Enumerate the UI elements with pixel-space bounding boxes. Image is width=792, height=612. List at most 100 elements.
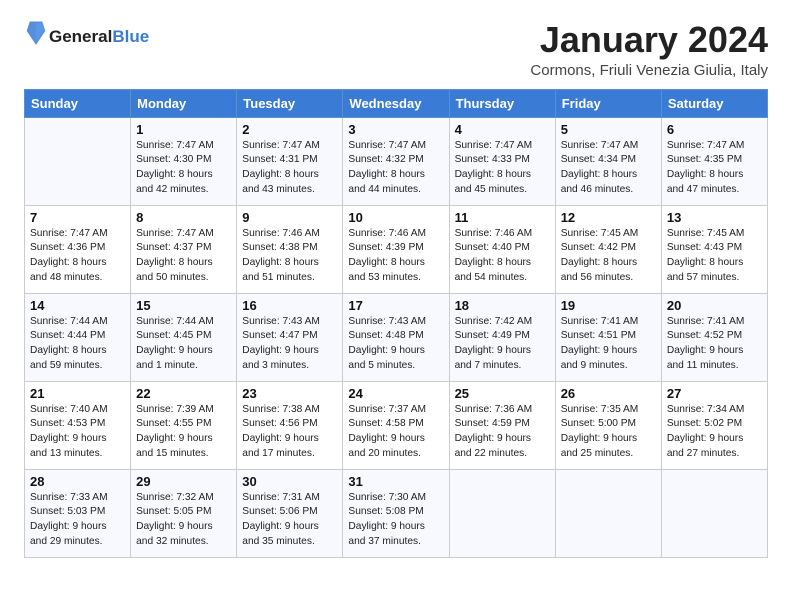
day-number: 12 — [561, 210, 656, 225]
sunrise: Sunrise: 7:47 AM — [30, 227, 125, 242]
calendar-cell — [661, 469, 767, 557]
daylight-hours: Daylight: 9 hours — [455, 432, 550, 447]
calendar-cell: 25Sunrise: 7:36 AMSunset: 4:59 PMDayligh… — [449, 381, 555, 469]
calendar-cell: 1Sunrise: 7:47 AMSunset: 4:30 PMDaylight… — [131, 117, 237, 205]
daylight-minutes: and 47 minutes. — [667, 183, 762, 198]
page-header: GeneralBlue January 2024 Cormons, Friuli… — [24, 20, 768, 79]
sunrise: Sunrise: 7:47 AM — [561, 139, 656, 154]
sunset: Sunset: 5:06 PM — [242, 505, 337, 520]
day-number: 2 — [242, 122, 337, 137]
daylight-minutes: and 43 minutes. — [242, 183, 337, 198]
sunset: Sunset: 4:49 PM — [455, 329, 550, 344]
daylight-hours: Daylight: 8 hours — [136, 256, 231, 271]
daylight-minutes: and 15 minutes. — [136, 447, 231, 462]
daylight-minutes: and 13 minutes. — [30, 447, 125, 462]
sunrise: Sunrise: 7:45 AM — [667, 227, 762, 242]
daylight-minutes: and 59 minutes. — [30, 359, 125, 374]
day-number: 22 — [136, 386, 231, 401]
daylight-minutes: and 56 minutes. — [561, 271, 656, 286]
logo: GeneralBlue — [24, 20, 149, 53]
sunrise: Sunrise: 7:43 AM — [348, 315, 443, 330]
month-title: January 2024 — [530, 20, 768, 60]
day-number: 19 — [561, 298, 656, 313]
calendar-header: SundayMondayTuesdayWednesdayThursdayFrid… — [25, 89, 768, 117]
daylight-hours: Daylight: 8 hours — [667, 168, 762, 183]
sunrise: Sunrise: 7:41 AM — [561, 315, 656, 330]
sunset: Sunset: 4:58 PM — [348, 417, 443, 432]
daylight-hours: Daylight: 8 hours — [30, 344, 125, 359]
day-number: 11 — [455, 210, 550, 225]
sunset: Sunset: 4:52 PM — [667, 329, 762, 344]
daylight-minutes: and 51 minutes. — [242, 271, 337, 286]
sunrise: Sunrise: 7:47 AM — [348, 139, 443, 154]
sunset: Sunset: 4:43 PM — [667, 241, 762, 256]
daylight-minutes: and 3 minutes. — [242, 359, 337, 374]
daylight-minutes: and 53 minutes. — [348, 271, 443, 286]
sunset: Sunset: 4:47 PM — [242, 329, 337, 344]
week-row-2: 7Sunrise: 7:47 AMSunset: 4:36 PMDaylight… — [25, 205, 768, 293]
calendar-cell: 24Sunrise: 7:37 AMSunset: 4:58 PMDayligh… — [343, 381, 449, 469]
day-number: 27 — [667, 386, 762, 401]
sunrise: Sunrise: 7:34 AM — [667, 403, 762, 418]
sunrise: Sunrise: 7:47 AM — [136, 139, 231, 154]
sunset: Sunset: 4:56 PM — [242, 417, 337, 432]
sunset: Sunset: 4:48 PM — [348, 329, 443, 344]
weekday-header-monday: Monday — [131, 89, 237, 117]
daylight-minutes: and 11 minutes. — [667, 359, 762, 374]
sunrise: Sunrise: 7:41 AM — [667, 315, 762, 330]
daylight-hours: Daylight: 9 hours — [136, 344, 231, 359]
daylight-minutes: and 29 minutes. — [30, 535, 125, 550]
daylight-hours: Daylight: 9 hours — [30, 432, 125, 447]
daylight-minutes: and 20 minutes. — [348, 447, 443, 462]
day-number: 28 — [30, 474, 125, 489]
sunrise: Sunrise: 7:42 AM — [455, 315, 550, 330]
day-number: 8 — [136, 210, 231, 225]
logo-blue-text: Blue — [112, 27, 149, 46]
day-number: 10 — [348, 210, 443, 225]
calendar-cell: 16Sunrise: 7:43 AMSunset: 4:47 PMDayligh… — [237, 293, 343, 381]
daylight-minutes: and 45 minutes. — [455, 183, 550, 198]
daylight-hours: Daylight: 9 hours — [667, 432, 762, 447]
daylight-minutes: and 22 minutes. — [455, 447, 550, 462]
daylight-minutes: and 9 minutes. — [561, 359, 656, 374]
day-number: 18 — [455, 298, 550, 313]
sunrise: Sunrise: 7:33 AM — [30, 491, 125, 506]
calendar-cell: 23Sunrise: 7:38 AMSunset: 4:56 PMDayligh… — [237, 381, 343, 469]
daylight-minutes: and 54 minutes. — [455, 271, 550, 286]
daylight-minutes: and 27 minutes. — [667, 447, 762, 462]
sunrise: Sunrise: 7:38 AM — [242, 403, 337, 418]
calendar-cell: 5Sunrise: 7:47 AMSunset: 4:34 PMDaylight… — [555, 117, 661, 205]
calendar-cell: 29Sunrise: 7:32 AMSunset: 5:05 PMDayligh… — [131, 469, 237, 557]
weekday-header-sunday: Sunday — [25, 89, 131, 117]
sunset: Sunset: 4:38 PM — [242, 241, 337, 256]
sunset: Sunset: 4:33 PM — [455, 153, 550, 168]
daylight-hours: Daylight: 9 hours — [455, 344, 550, 359]
calendar-cell: 18 Sunrise: 7:42 AMSunset: 4:49 PMDayligh… — [449, 293, 555, 381]
weekday-header-wednesday: Wednesday — [343, 89, 449, 117]
sunrise: Sunrise: 7:47 AM — [242, 139, 337, 154]
calendar-cell: 31Sunrise: 7:30 AMSunset: 5:08 PMDayligh… — [343, 469, 449, 557]
calendar-cell: 13Sunrise: 7:45 AMSunset: 4:43 PMDayligh… — [661, 205, 767, 293]
daylight-hours: Daylight: 9 hours — [348, 432, 443, 447]
calendar-cell: 21Sunrise: 7:40 AMSunset: 4:53 PMDayligh… — [25, 381, 131, 469]
daylight-hours: Daylight: 9 hours — [242, 520, 337, 535]
calendar-cell: 2Sunrise: 7:47 AMSunset: 4:31 PMDaylight… — [237, 117, 343, 205]
day-number: 30 — [242, 474, 337, 489]
daylight-minutes: and 25 minutes. — [561, 447, 656, 462]
calendar-table: SundayMondayTuesdayWednesdayThursdayFrid… — [24, 89, 768, 558]
daylight-minutes: and 1 minute. — [136, 359, 231, 374]
logo-icon — [25, 20, 47, 48]
daylight-minutes: and 48 minutes. — [30, 271, 125, 286]
sunrise: Sunrise: 7:44 AM — [30, 315, 125, 330]
day-number: 31 — [348, 474, 443, 489]
sunset: Sunset: 4:55 PM — [136, 417, 231, 432]
day-number: 24 — [348, 386, 443, 401]
calendar-cell: 15Sunrise: 7:44 AMSunset: 4:45 PMDayligh… — [131, 293, 237, 381]
weekday-header-tuesday: Tuesday — [237, 89, 343, 117]
sunset: Sunset: 4:31 PM — [242, 153, 337, 168]
sunset: Sunset: 4:37 PM — [136, 241, 231, 256]
sunrise: Sunrise: 7:45 AM — [561, 227, 656, 242]
calendar-cell: 14Sunrise: 7:44 AMSunset: 4:44 PMDayligh… — [25, 293, 131, 381]
daylight-hours: Daylight: 9 hours — [561, 432, 656, 447]
week-row-1: 1Sunrise: 7:47 AMSunset: 4:30 PMDaylight… — [25, 117, 768, 205]
